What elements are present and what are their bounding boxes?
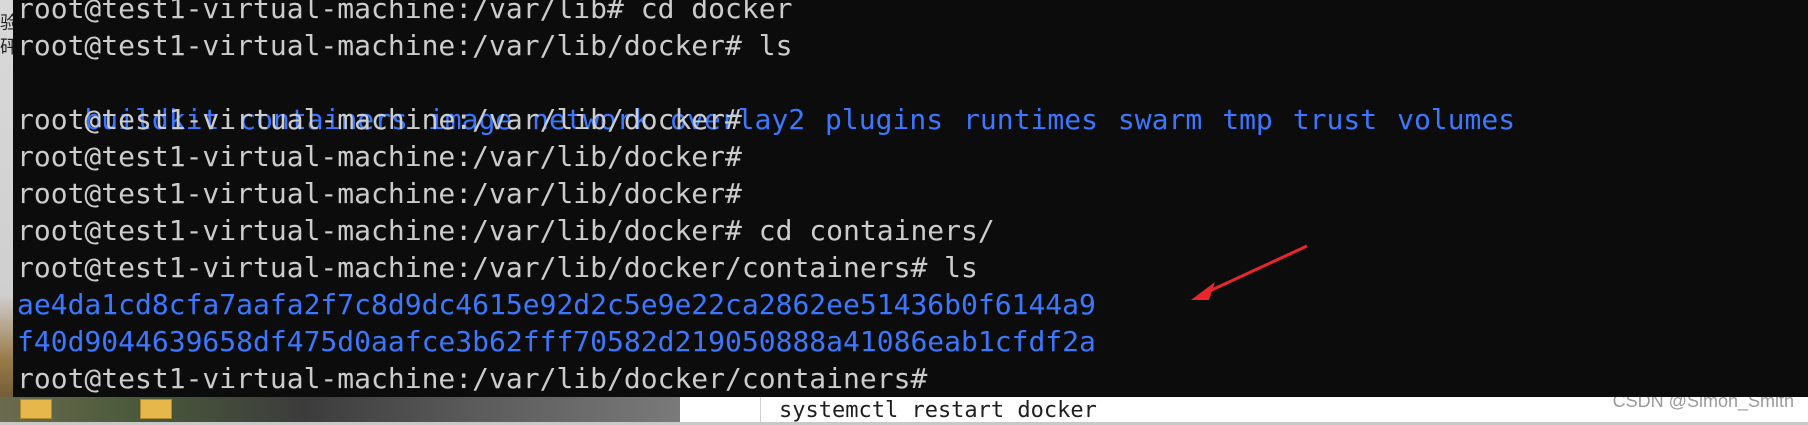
folder-icon [140, 399, 172, 419]
terminal-line: root@test1-virtual-machine:/var/lib/dock… [17, 29, 793, 62]
container-id: ae4da1cd8cfa7aafa2f7c8d9dc4615e92d2c5e9e… [17, 288, 1096, 321]
terminal-window[interactable]: root@test1-virtual-machine:/var/lib# cd … [13, 0, 1808, 397]
dir-entry: runtimes [963, 103, 1098, 136]
dir-entry: volumes [1397, 103, 1516, 136]
background-photo [0, 397, 680, 422]
terminal-line: root@test1-virtual-machine:/var/lib/dock… [17, 103, 742, 136]
terminal-line: root@test1-virtual-machine:/var/lib/dock… [17, 214, 995, 247]
terminal-prompt[interactable]: root@test1-virtual-machine:/var/lib/dock… [17, 360, 927, 397]
editor-command-text: systemctl restart docker [779, 398, 1097, 423]
terminal-line: root@test1-virtual-machine:/var/lib/dock… [17, 177, 742, 210]
annotation-arrow-icon [1191, 244, 1308, 300]
folder-icon [20, 399, 52, 419]
container-id: f40d9044639658df475d0aafce3b62fff70582d2… [17, 325, 1096, 358]
dir-entry: swarm [1117, 103, 1203, 136]
terminal-line: root@test1-virtual-machine:/var/lib# cd … [17, 0, 793, 25]
terminal-line: root@test1-virtual-machine:/var/lib/dock… [17, 251, 978, 284]
desktop-background-bottom: systemctl restart docker [0, 397, 1808, 423]
terminal-line: root@test1-virtual-machine:/var/lib/dock… [17, 140, 742, 173]
dir-entry: tmp [1222, 103, 1273, 136]
dir-entry: trust [1292, 103, 1378, 136]
dir-entry: plugins [825, 103, 944, 136]
